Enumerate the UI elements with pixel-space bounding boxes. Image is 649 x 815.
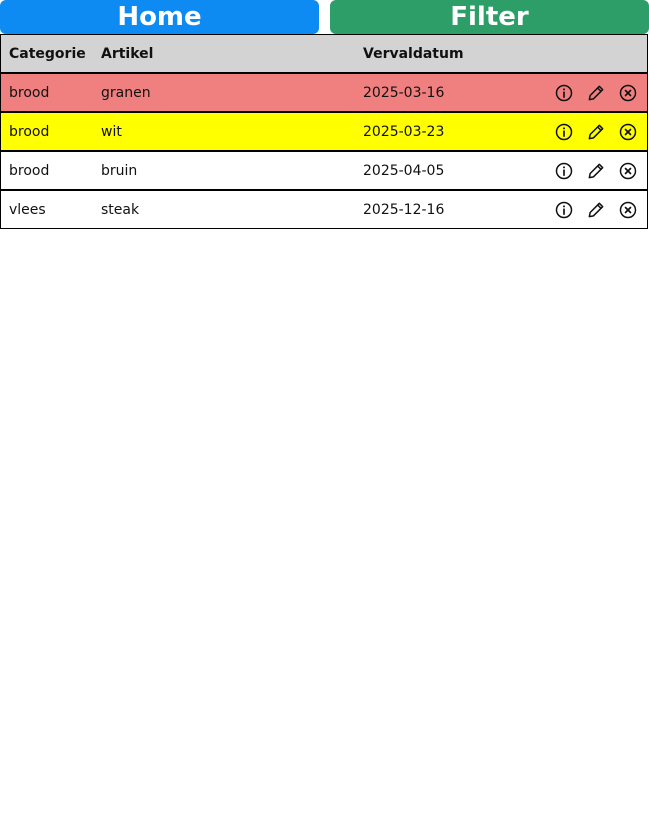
pencil-icon[interactable] (585, 121, 607, 143)
header-category: Categorie (0, 34, 101, 74)
cell-expiry: 2025-04-05 (363, 150, 513, 191)
cell-expiry: 2025-03-23 (363, 111, 513, 152)
cell-item: steak (101, 189, 363, 229)
inventory-table-container: Categorie Artikel Vervaldatum brood gran… (0, 34, 648, 229)
info-icon[interactable] (553, 121, 575, 143)
inventory-table: Categorie Artikel Vervaldatum brood gran… (0, 34, 648, 229)
cell-item: granen (101, 72, 363, 113)
table-row: brood wit 2025-03-23 (0, 111, 648, 152)
header-item: Artikel (101, 34, 363, 74)
close-circle-icon[interactable] (617, 160, 639, 182)
pencil-icon[interactable] (585, 160, 607, 182)
cell-actions (513, 111, 648, 152)
close-circle-icon[interactable] (617, 82, 639, 104)
table-row: vlees steak 2025-12-16 (0, 189, 648, 229)
close-circle-icon[interactable] (617, 121, 639, 143)
cell-expiry: 2025-03-16 (363, 72, 513, 113)
pencil-icon[interactable] (585, 199, 607, 221)
home-button[interactable]: Home (0, 0, 319, 34)
header-expiry: Vervaldatum (363, 34, 513, 74)
cell-actions (513, 72, 648, 113)
close-circle-icon[interactable] (617, 199, 639, 221)
cell-category: brood (0, 72, 101, 113)
info-icon[interactable] (553, 199, 575, 221)
cell-category: brood (0, 150, 101, 191)
header-actions (513, 34, 648, 74)
table-row: brood granen 2025-03-16 (0, 72, 648, 113)
cell-category: vlees (0, 189, 101, 229)
table-header-row: Categorie Artikel Vervaldatum (0, 34, 648, 74)
cell-actions (513, 189, 648, 229)
table-row: brood bruin 2025-04-05 (0, 150, 648, 191)
filter-button[interactable]: Filter (330, 0, 649, 34)
cell-actions (513, 150, 648, 191)
cell-item: bruin (101, 150, 363, 191)
info-icon[interactable] (553, 160, 575, 182)
cell-category: brood (0, 111, 101, 152)
cell-item: wit (101, 111, 363, 152)
cell-expiry: 2025-12-16 (363, 189, 513, 229)
pencil-icon[interactable] (585, 82, 607, 104)
top-navigation: Home Filter (0, 0, 649, 34)
info-icon[interactable] (553, 82, 575, 104)
